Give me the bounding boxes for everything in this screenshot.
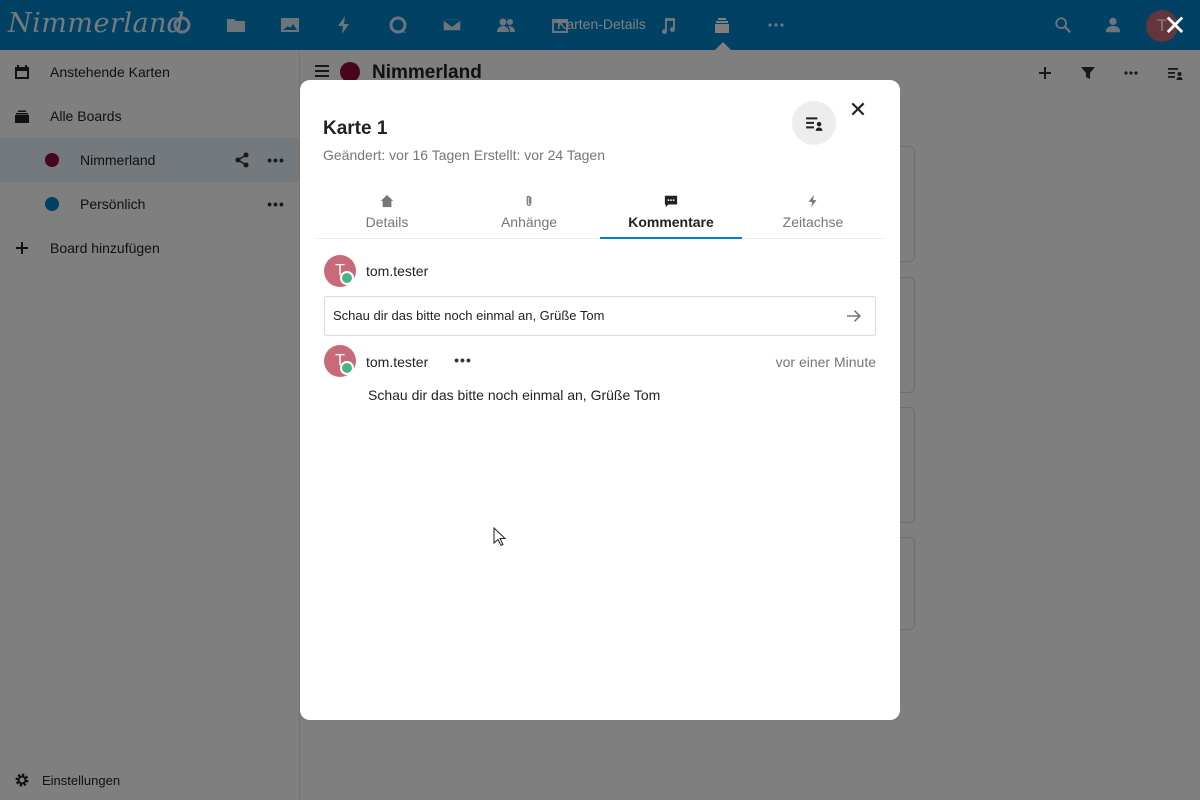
tab-label: Zeitachse (782, 214, 844, 230)
close-icon[interactable]: ✕ (1160, 10, 1190, 41)
card-sidebar-toggle-button[interactable] (792, 101, 836, 145)
comment-input[interactable]: Schau dir das bitte noch einmal an, Grüß… (324, 296, 876, 336)
tab-attachments[interactable]: Anhänge (458, 184, 600, 239)
tab-label: Anhänge (500, 214, 558, 230)
comment-more-options-icon[interactable]: ••• (452, 352, 474, 368)
tab-label: Details (365, 214, 409, 230)
status-online-dot (340, 361, 354, 375)
composer-username: tom.tester (366, 263, 429, 279)
mouse-cursor-icon (493, 527, 507, 547)
card-tabs: Details Anhänge Kommentare Zeitachse (316, 184, 884, 239)
arrow-right-icon (847, 310, 861, 322)
comment-icon (662, 192, 680, 210)
comment-author: tom.tester (366, 354, 429, 370)
status-online-dot (340, 271, 354, 285)
paperclip-icon (520, 192, 538, 210)
send-comment-button[interactable] (842, 306, 866, 326)
home-icon (378, 192, 396, 210)
comment-timestamp: vor einer Minute (775, 354, 876, 370)
card-details-modal: Karte 1 Geändert: vor 16 Tagen Erstellt:… (300, 80, 900, 720)
details-icon (806, 117, 823, 131)
comment-text: Schau dir das bitte noch einmal an, Grüß… (368, 387, 661, 403)
tab-timeline[interactable]: Zeitachse (742, 184, 884, 239)
activity-icon (804, 192, 822, 210)
card-timestamps: Geändert: vor 16 Tagen Erstellt: vor 24 … (323, 147, 605, 163)
tab-details[interactable]: Details (316, 184, 458, 239)
tab-label: Kommentare (628, 214, 714, 230)
close-modal-button[interactable]: ✕ (846, 97, 870, 122)
card-title[interactable]: Karte 1 (323, 118, 387, 140)
tab-comments[interactable]: Kommentare (600, 184, 742, 239)
